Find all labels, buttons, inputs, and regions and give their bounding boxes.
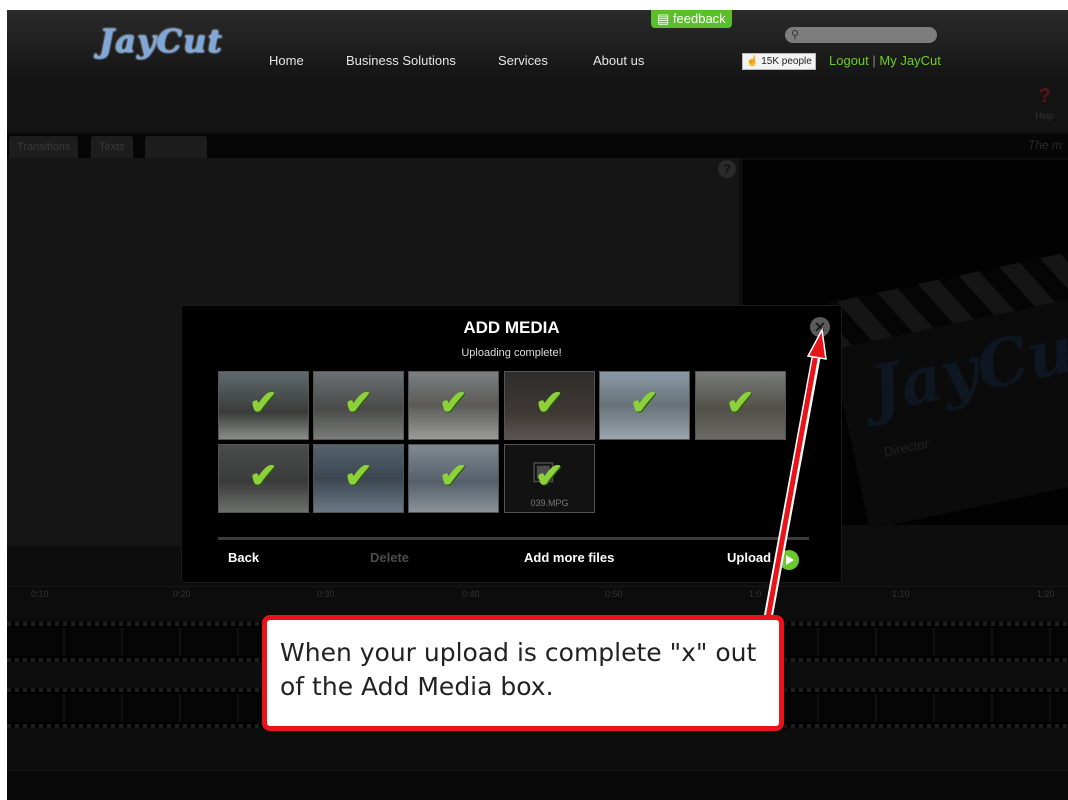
annotation-text: When your upload is complete "x" out of …: [280, 638, 757, 701]
annotation-callout: When your upload is complete "x" out of …: [262, 615, 784, 731]
